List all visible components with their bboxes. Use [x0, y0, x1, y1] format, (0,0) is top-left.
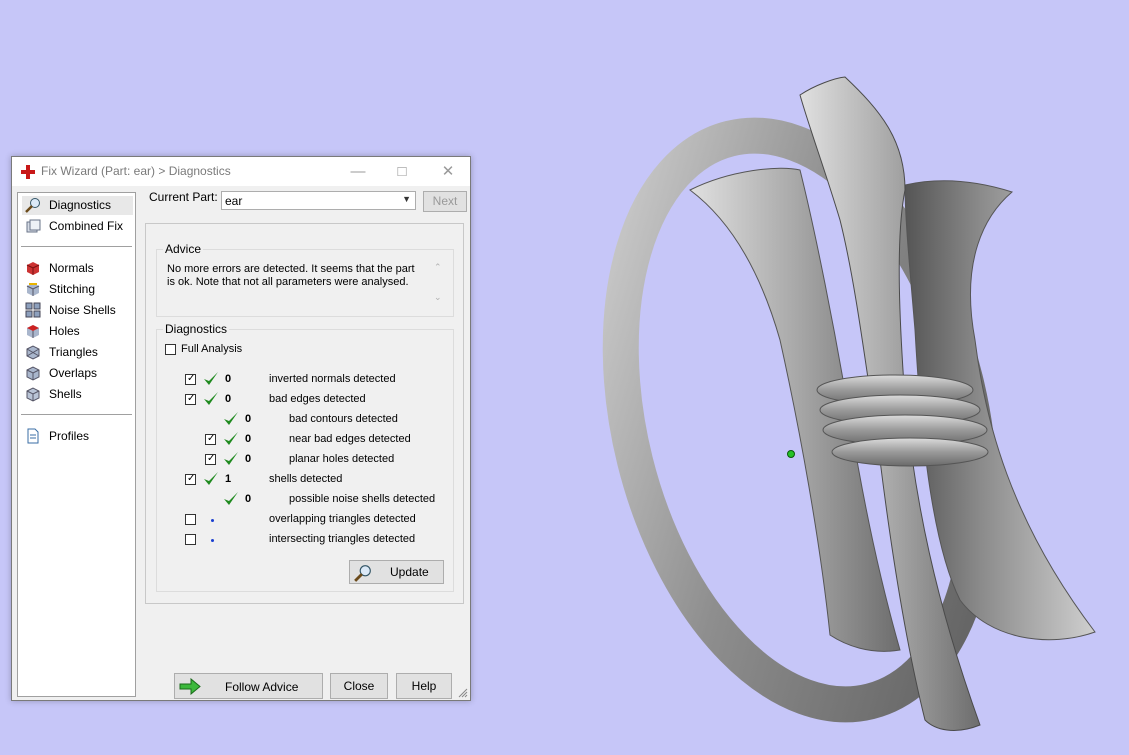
chevron-down-icon: ▼	[402, 194, 411, 204]
combined-fix-icon	[26, 219, 41, 233]
sidebar-item-diagnostics[interactable]: Diagnostics	[22, 196, 133, 215]
noise-shells-cube-icon	[25, 302, 41, 318]
not-analysed-dot-icon	[211, 519, 214, 522]
diagnostics-title: Diagnostics	[163, 322, 230, 336]
current-part-select[interactable]: ear ▼	[221, 191, 416, 210]
not-analysed-dot-icon	[211, 539, 214, 542]
green-arrow-icon	[179, 678, 201, 695]
bad-edges-count: 0	[225, 393, 232, 405]
sidebar-item-stitching[interactable]: Stitching	[22, 280, 133, 299]
advice-group: Advice No more errors are detected. It s…	[156, 242, 454, 317]
follow-advice-button[interactable]: Follow Advice	[174, 673, 323, 699]
close-window-button[interactable]: ✕	[426, 157, 470, 186]
advice-scrollbar[interactable]: ⌃ ⌄	[432, 262, 446, 306]
current-part-value: ear	[225, 194, 243, 208]
sidebar: Diagnostics Combined Fix Normals Stitchi…	[17, 192, 136, 697]
help-button[interactable]: Help	[396, 673, 452, 699]
overlaps-cube-icon	[26, 366, 40, 381]
profiles-document-icon	[27, 428, 39, 444]
triangles-cube-icon	[26, 345, 40, 360]
green-check-icon	[204, 392, 218, 405]
shells-count: 1	[225, 473, 232, 485]
app-cross-icon	[21, 165, 35, 179]
full-analysis-label: Full Analysis	[181, 343, 243, 355]
resize-grip-icon[interactable]	[458, 688, 468, 698]
noise-shells-count: 0	[245, 493, 252, 505]
bad-edges-checkbox[interactable]: ✓	[185, 393, 196, 405]
magnifier-icon	[25, 198, 40, 213]
window-title: Fix Wizard (Part: ear) > Diagnostics	[41, 164, 231, 178]
green-check-icon	[204, 472, 218, 485]
green-check-icon	[224, 492, 238, 505]
scroll-down-icon[interactable]: ⌄	[434, 292, 442, 303]
next-button[interactable]: Next	[423, 191, 467, 212]
near-bad-edges-count: 0	[245, 433, 252, 445]
sidebar-item-shells[interactable]: Shells	[22, 385, 133, 404]
green-check-icon	[204, 372, 218, 385]
overlapping-triangles-label: overlapping triangles detected	[269, 513, 416, 525]
overlapping-triangles-checkbox[interactable]	[185, 514, 196, 525]
wrap-coil	[816, 374, 989, 467]
advice-text: No more errors are detected. It seems th…	[167, 263, 415, 288]
shells-cube-icon	[26, 387, 40, 402]
intersecting-triangles-checkbox[interactable]	[185, 534, 196, 545]
maximize-button[interactable]: □	[380, 157, 424, 186]
near-bad-edges-label: near bad edges detected	[289, 433, 411, 445]
minimize-button[interactable]: —	[336, 157, 380, 186]
shells-checkbox[interactable]: ✓	[185, 473, 196, 485]
sidebar-item-overlaps[interactable]: Overlaps	[22, 364, 133, 383]
green-check-icon	[224, 412, 238, 425]
bad-contours-label: bad contours detected	[289, 413, 398, 425]
close-button[interactable]: Close	[330, 673, 388, 699]
full-analysis-checkbox[interactable]	[165, 344, 176, 355]
intersecting-triangles-label: intersecting triangles detected	[269, 533, 416, 545]
sidebar-item-noise-shells[interactable]: Noise Shells	[22, 301, 133, 320]
inverted-normals-count: 0	[225, 373, 232, 385]
stitching-cube-icon	[26, 283, 40, 296]
holes-cube-icon	[27, 325, 39, 338]
magnifier-icon	[354, 565, 371, 582]
normals-cube-icon	[26, 262, 40, 275]
inverted-normals-checkbox[interactable]: ✓	[185, 373, 196, 385]
scroll-up-icon[interactable]: ⌃	[434, 262, 442, 273]
sidebar-item-triangles[interactable]: Triangles	[22, 343, 133, 362]
green-check-icon	[224, 452, 238, 465]
sidebar-item-normals[interactable]: Normals	[22, 259, 133, 278]
title-bar[interactable]: Fix Wizard (Part: ear) > Diagnostics — □…	[12, 157, 470, 186]
sidebar-item-profiles[interactable]: Profiles	[22, 427, 133, 446]
near-bad-edges-checkbox[interactable]: ✓	[205, 433, 216, 445]
shells-label: shells detected	[269, 473, 343, 485]
current-part-label: Current Part:	[149, 190, 218, 204]
planar-holes-label: planar holes detected	[289, 453, 395, 465]
sidebar-item-combined-fix[interactable]: Combined Fix	[22, 217, 133, 236]
advice-title: Advice	[163, 242, 204, 256]
update-button[interactable]: Update	[349, 560, 444, 584]
green-check-icon	[224, 432, 238, 445]
bad-contours-count: 0	[245, 413, 252, 425]
pivot-marker	[787, 450, 795, 458]
inverted-normals-label: inverted normals detected	[269, 373, 396, 385]
noise-shells-label: possible noise shells detected	[289, 493, 436, 505]
planar-holes-checkbox[interactable]: ✓	[205, 453, 216, 465]
planar-holes-count: 0	[245, 453, 252, 465]
bad-edges-label: bad edges detected	[269, 393, 366, 405]
sidebar-item-holes[interactable]: Holes	[22, 322, 133, 341]
fix-wizard-dialog: Fix Wizard (Part: ear) > Diagnostics — □…	[11, 156, 471, 701]
